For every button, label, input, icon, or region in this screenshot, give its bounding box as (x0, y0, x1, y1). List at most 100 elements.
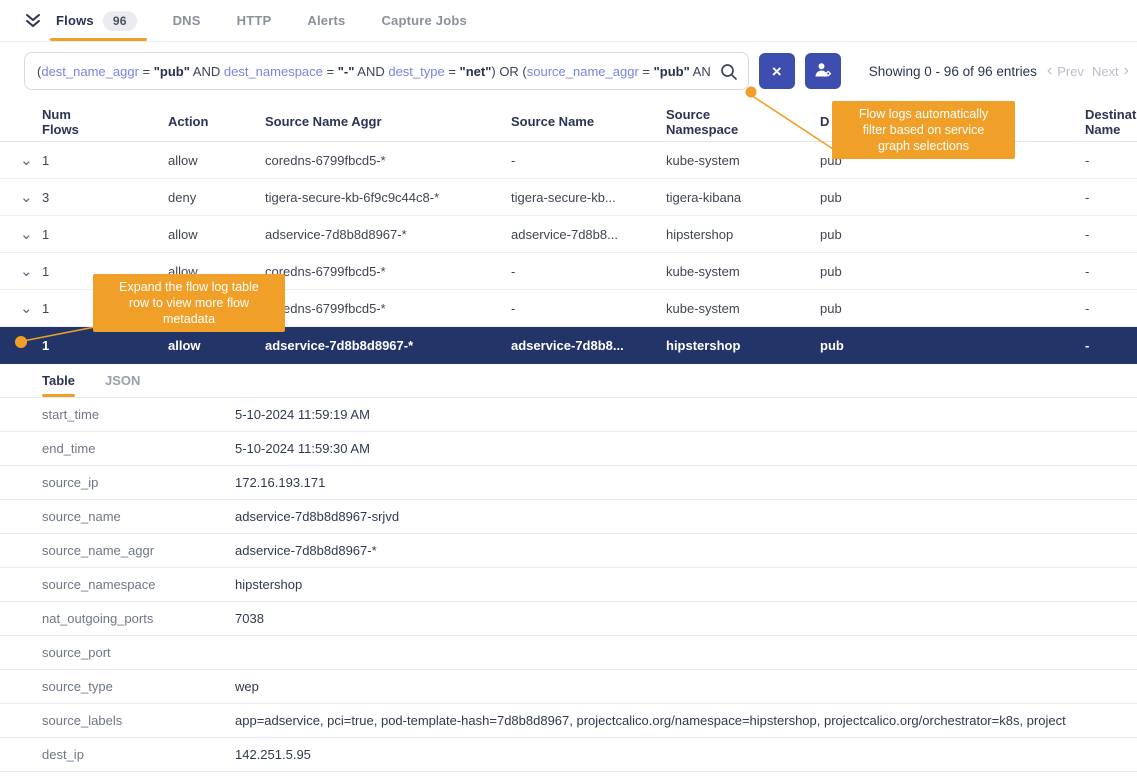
detail-key: source_labels (42, 713, 235, 728)
query-segment: AND (190, 64, 224, 79)
flow-cell: 3 (42, 190, 168, 205)
column-header-line: Source (666, 107, 812, 122)
entries-count: Showing 0 - 96 of 96 entries (869, 64, 1037, 79)
column-header-line: Namespace (666, 122, 812, 137)
filter-query-text: (dest_name_aggr = "pub" AND dest_namespa… (37, 64, 710, 79)
flow-cell: tigera-kibana (666, 190, 820, 205)
flow-cell: adservice-7d8b8d8967-* (265, 227, 511, 242)
column-header: Action (168, 114, 265, 129)
flow-cell: hipstershop (666, 227, 820, 242)
flow-cell: - (1085, 153, 1137, 168)
flow-cell: deny (168, 190, 265, 205)
query-segment: AND (690, 64, 710, 79)
filter-query-input[interactable]: (dest_name_aggr = "pub" AND dest_namespa… (24, 52, 749, 90)
detail-value: 5-10-2024 11:59:30 AM (235, 441, 1137, 456)
pagination: ‹ Prev Next › (1047, 63, 1129, 79)
flow-row[interactable]: ⌄1allowadservice-7d8b8d8967-*adservice-7… (0, 216, 1137, 253)
detail-value: 5-10-2024 11:59:19 AM (235, 407, 1137, 422)
chevron-left-icon: ‹ (1047, 63, 1052, 79)
column-header-line: Flows (42, 122, 160, 137)
flow-cell: allow (168, 227, 265, 242)
expand-chevron-icon[interactable]: ⌄ (20, 190, 42, 205)
callout-line: row to view more flow (101, 295, 277, 311)
callout-filter: Flow logs automaticallyfilter based on s… (832, 101, 1015, 159)
detail-row: source_nameadservice-7d8b8d8967-srjvd (0, 500, 1137, 534)
detail-tabs: Table JSON (0, 364, 1137, 398)
detail-tab-json[interactable]: JSON (105, 364, 140, 397)
chevron-right-icon: › (1124, 63, 1129, 79)
flow-cell: pub (820, 338, 1085, 353)
callout-line: filter based on service (840, 122, 1007, 138)
detail-rows: start_time5-10-2024 11:59:19 AMend_time5… (0, 398, 1137, 772)
detail-row: end_time5-10-2024 11:59:30 AM (0, 432, 1137, 466)
flow-cell: tigera-secure-kb... (511, 190, 666, 205)
detail-key: nat_outgoing_ports (42, 611, 235, 626)
top-tab-bar: Flows96DNS HTTP Alerts Capture Jobs (0, 0, 1137, 42)
flow-cell: - (1085, 227, 1137, 242)
tab-dns[interactable]: DNS (155, 0, 219, 41)
query-segment: = (445, 64, 460, 79)
next-label: Next (1092, 64, 1119, 79)
flow-detail-panel: Table JSON start_time5-10-2024 11:59:19 A… (0, 364, 1137, 772)
detail-row: source_port (0, 636, 1137, 670)
detail-key: source_name_aggr (42, 543, 235, 558)
close-icon: × (772, 63, 782, 80)
flow-cell: adservice-7d8b8d8967-* (265, 338, 511, 353)
column-header-line: Action (168, 114, 257, 129)
tab-label: HTTP (237, 13, 272, 28)
detail-row: start_time5-10-2024 11:59:19 AM (0, 398, 1137, 432)
column-header-line: Destination (1085, 107, 1129, 122)
query-segment: ) OR ( (491, 64, 526, 79)
detail-value: 142.251.5.95 (235, 747, 1137, 762)
next-page-button[interactable]: Next › (1092, 63, 1129, 79)
tab-alerts[interactable]: Alerts (289, 0, 363, 41)
column-header: NumFlows (42, 107, 168, 137)
query-segment: = (323, 64, 338, 79)
flow-cell: - (1085, 301, 1137, 316)
main-tabs: Flows96DNS HTTP Alerts Capture Jobs (56, 0, 485, 41)
search-icon[interactable] (719, 62, 739, 87)
detail-row: source_namespacehipstershop (0, 568, 1137, 602)
flow-cell: 1 (42, 227, 168, 242)
column-header-line: Source Name Aggr (265, 114, 503, 129)
detail-value: hipstershop (235, 577, 1137, 592)
flow-cell: coredns-6799fbcd5-* (265, 301, 511, 316)
prev-page-button[interactable]: ‹ Prev (1047, 63, 1084, 79)
detail-key: dest_ip (42, 747, 235, 762)
flow-cell: 1 (42, 338, 168, 353)
expand-chevron-icon[interactable]: ⌄ (20, 301, 42, 316)
user-settings-button[interactable] (805, 53, 841, 89)
flow-cell: allow (168, 153, 265, 168)
flow-cell: coredns-6799fbcd5-* (265, 264, 511, 279)
detail-key: end_time (42, 441, 235, 456)
query-segment: dest_type (388, 64, 444, 79)
expand-chevron-icon[interactable]: ⌄ (20, 264, 42, 279)
flow-cell: kube-system (666, 301, 820, 316)
tab-label: Alerts (307, 13, 345, 28)
column-header-line: Name (1085, 122, 1129, 137)
tab-count-badge: 96 (103, 11, 137, 31)
flow-cell: coredns-6799fbcd5-* (265, 153, 511, 168)
tab-capture-jobs[interactable]: Capture Jobs (363, 0, 484, 41)
collapse-all-rows-icon[interactable] (24, 0, 42, 41)
clear-filter-button[interactable]: × (759, 53, 795, 89)
detail-key: source_type (42, 679, 235, 694)
flow-cell: - (511, 153, 666, 168)
tab-flows[interactable]: Flows96 (56, 0, 155, 41)
flow-cell: - (511, 264, 666, 279)
expand-chevron-icon[interactable]: ⌄ (20, 227, 42, 242)
detail-key: start_time (42, 407, 235, 422)
column-header-line: Num (42, 107, 160, 122)
query-segment: = (639, 64, 654, 79)
flow-cell: pub (820, 227, 1085, 242)
detail-tab-table[interactable]: Table (42, 364, 75, 397)
detail-row: source_name_aggradservice-7d8b8d8967-* (0, 534, 1137, 568)
flow-cell: - (1085, 264, 1137, 279)
flow-row[interactable]: ⌄3denytigera-secure-kb-6f9c9c44c8-*tiger… (0, 179, 1137, 216)
flow-row[interactable]: 1allowadservice-7d8b8d8967-*adservice-7d… (0, 327, 1137, 364)
detail-row: source_typewep (0, 670, 1137, 704)
tab-http[interactable]: HTTP (219, 0, 290, 41)
expand-chevron-icon[interactable]: ⌄ (20, 153, 42, 168)
query-segment: source_name_aggr (527, 64, 639, 79)
column-header: DestinationName (1085, 107, 1137, 137)
